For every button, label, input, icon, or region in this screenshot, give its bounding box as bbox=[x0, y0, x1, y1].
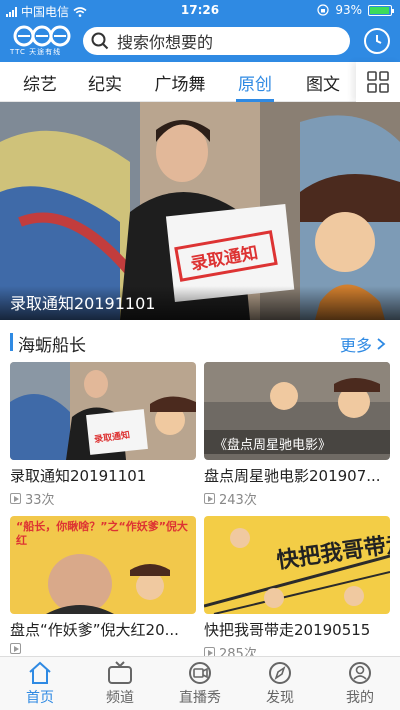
video-title: 盘点“作妖爹”倪大红20... bbox=[10, 621, 179, 639]
video-thumbnail: “船长，你瞅啥？”之“作妖爹”倪大红 bbox=[10, 516, 196, 614]
search-placeholder: 搜索你想要的 bbox=[117, 33, 214, 52]
tab-square-dance[interactable]: 广场舞 bbox=[152, 70, 208, 102]
history-clock-icon[interactable] bbox=[364, 28, 390, 54]
chevron-right-icon bbox=[377, 338, 386, 350]
view-count: 33次 bbox=[10, 489, 196, 508]
hero-banner[interactable]: 录取通知 录取通知20191101 bbox=[0, 102, 400, 320]
banner-caption: 录取通知20191101 bbox=[10, 294, 156, 313]
section-header: 海蛎船长 更多 bbox=[0, 324, 400, 358]
nav-channel-label: 频道 bbox=[106, 690, 134, 706]
nav-discover-label: 发现 bbox=[266, 690, 294, 706]
play-icon bbox=[10, 493, 21, 504]
app-header: TTC 天途有线 搜索你想要的 bbox=[0, 20, 400, 62]
more-link[interactable]: 更多 bbox=[340, 332, 386, 356]
view-count-text: 243次 bbox=[219, 493, 257, 508]
view-count-text: 33次 bbox=[25, 493, 55, 508]
video-card[interactable]: 《盘点周星驰电影》 盘点周星驰电影201907... 243次 bbox=[204, 362, 390, 508]
nav-mine-label: 我的 bbox=[346, 690, 374, 706]
tab-variety[interactable]: 综艺 bbox=[21, 70, 59, 102]
status-right: 93% bbox=[317, 3, 394, 17]
battery-icon bbox=[368, 4, 394, 16]
nav-home[interactable]: 首页 bbox=[0, 661, 80, 707]
tv-icon bbox=[108, 661, 132, 684]
battery-percent: 93% bbox=[335, 3, 362, 17]
tab-image-text[interactable]: 图文 bbox=[304, 70, 342, 102]
orientation-lock-icon bbox=[317, 4, 329, 16]
category-tabs: 综艺 纪实 广场舞 原创 图文 bbox=[0, 62, 400, 102]
nav-channel[interactable]: 频道 bbox=[80, 661, 160, 707]
video-title: 快把我哥带走20190515 bbox=[204, 621, 371, 639]
search-icon bbox=[91, 32, 109, 50]
tab-original[interactable]: 原创 bbox=[236, 70, 274, 102]
tab-grid-button[interactable] bbox=[356, 62, 400, 102]
view-count bbox=[10, 643, 196, 654]
nav-live-label: 直播秀 bbox=[179, 690, 221, 706]
play-icon bbox=[10, 643, 21, 654]
thumbnail-caption: “船长，你瞅啥？”之“作妖爹”倪大红 bbox=[16, 520, 188, 547]
view-count: 243次 bbox=[204, 489, 390, 508]
video-thumbnail: 《盘点周星驰电影》 bbox=[204, 362, 390, 460]
video-title: 盘点周星驰电影201907... bbox=[204, 467, 381, 485]
nav-discover[interactable]: 发现 bbox=[240, 661, 320, 707]
video-thumbnail: 录取通知 bbox=[10, 362, 196, 460]
section-title: 海蛎船长 bbox=[18, 336, 86, 356]
status-bar: 中国电信 17:26 93% bbox=[0, 0, 400, 20]
section-accent-bar bbox=[10, 333, 13, 351]
play-icon bbox=[204, 493, 215, 504]
nav-mine[interactable]: 我的 bbox=[320, 661, 400, 707]
more-label: 更多 bbox=[339, 336, 372, 355]
video-title: 录取通知20191101 bbox=[10, 467, 147, 485]
banner-caption-bar: 录取通知20191101 bbox=[0, 286, 400, 320]
user-icon bbox=[349, 662, 371, 684]
video-card[interactable]: “船长，你瞅啥？”之“作妖爹”倪大红 盘点“作妖爹”倪大红20... bbox=[10, 516, 196, 654]
search-bar[interactable]: 搜索你想要的 bbox=[83, 27, 350, 55]
video-card[interactable]: 录取通知 录取通知20191101 33次 bbox=[10, 362, 196, 508]
grid-icon bbox=[367, 71, 389, 93]
video-card[interactable]: 快把我哥带走 快把我哥带走20190515 285次 bbox=[204, 516, 390, 662]
thumbnail-caption: 《盘点周星驰电影》 bbox=[214, 438, 332, 453]
logo-text: TTC 天途有线 bbox=[10, 48, 62, 56]
home-icon bbox=[29, 661, 51, 684]
nav-home-label: 首页 bbox=[26, 690, 54, 706]
app-screen: 中国电信 17:26 93% TTC 天途有线 搜索你想要的 综艺 纪实 广场舞… bbox=[0, 0, 400, 710]
bottom-nav: 首页 频道 直播秀 发现 我的 bbox=[0, 656, 400, 710]
video-thumbnail: 快把我哥带走 bbox=[204, 516, 390, 614]
live-icon bbox=[189, 662, 211, 684]
compass-icon bbox=[269, 662, 291, 684]
nav-live[interactable]: 直播秀 bbox=[160, 661, 240, 707]
tab-documentary[interactable]: 纪实 bbox=[86, 70, 124, 102]
